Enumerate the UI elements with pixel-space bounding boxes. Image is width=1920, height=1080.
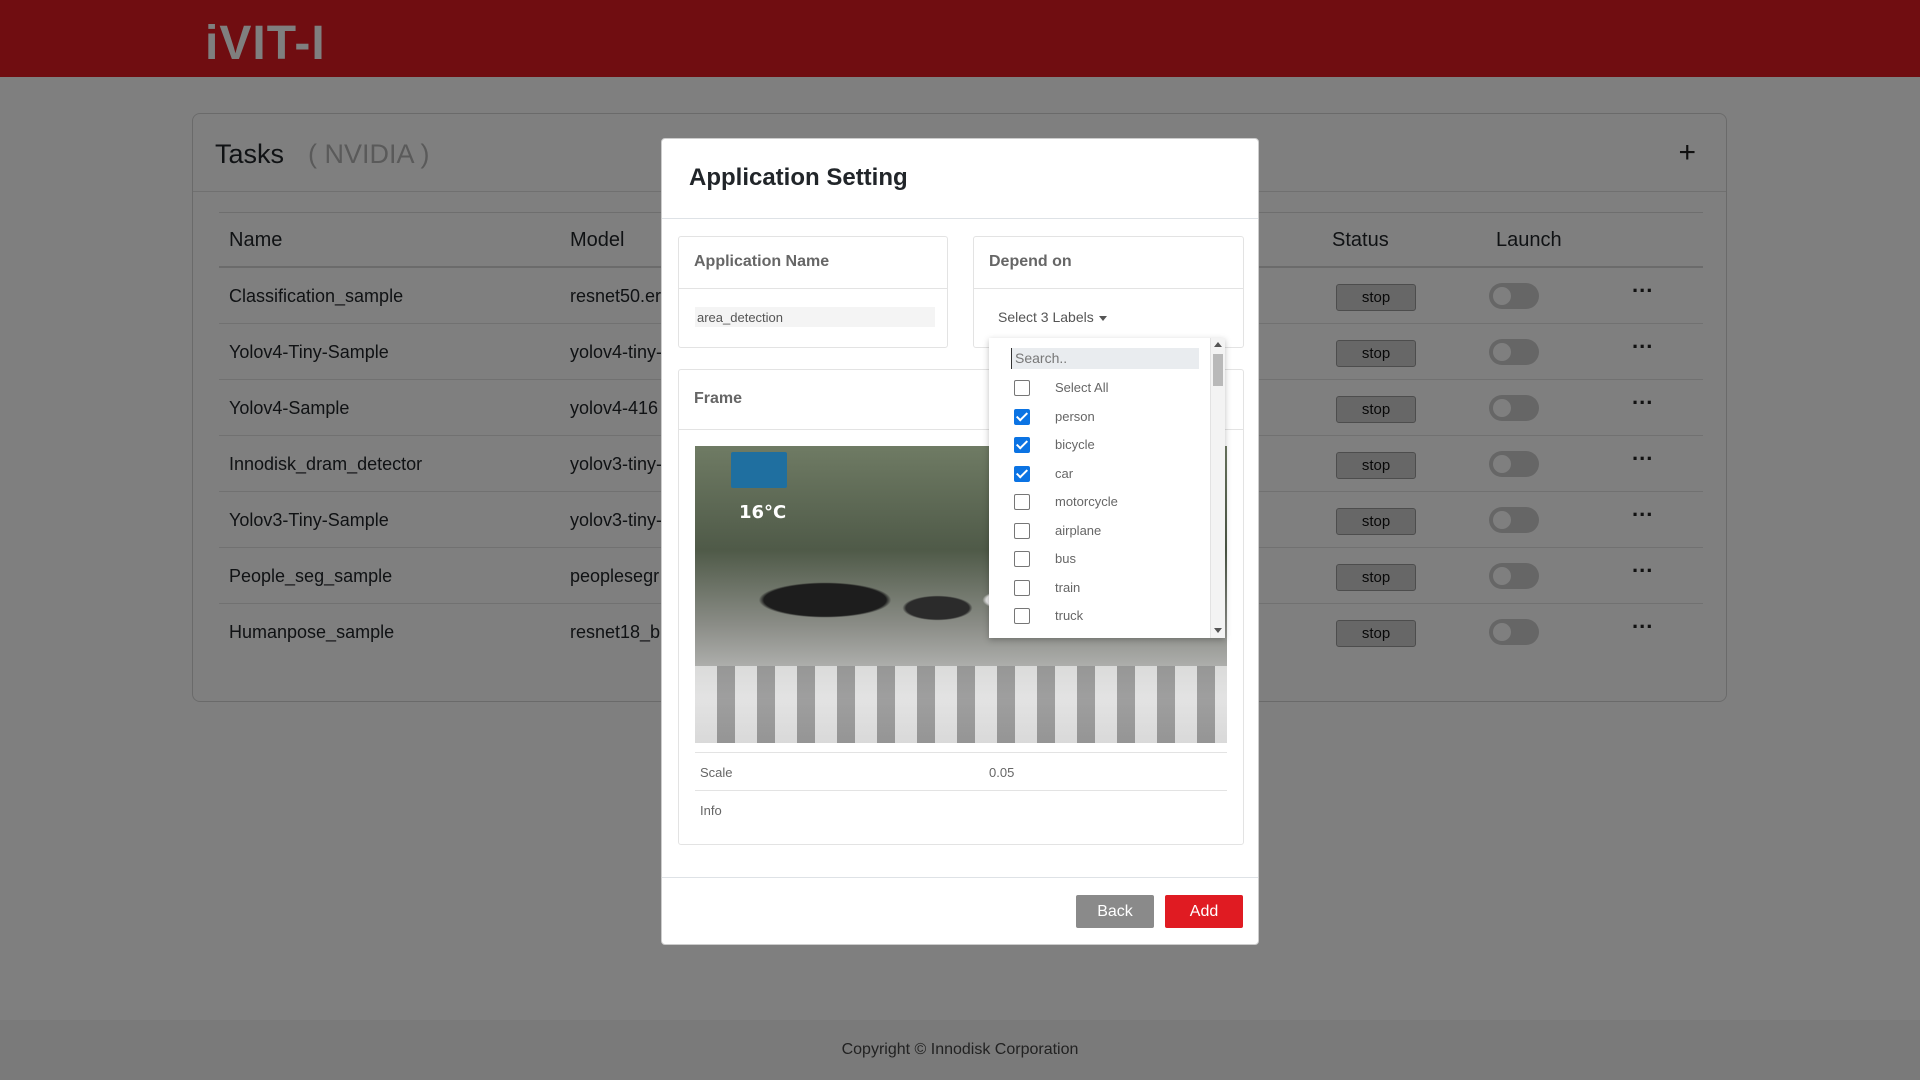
labels-search-input[interactable]: Search.. [1011,348,1199,369]
frame-label: Frame [694,390,743,407]
add-button[interactable]: Add [1165,895,1243,928]
label-option[interactable]: bicycle [1014,432,1204,456]
label-option[interactable]: airplane [1014,518,1204,542]
scroll-down-icon[interactable] [1214,628,1222,633]
application-name-card: Application Name [678,236,948,348]
label-option-text: train [1055,579,1081,595]
info-label: Info [700,803,722,818]
application-name-header: Application Name [679,237,947,289]
modal-title: Application Setting [689,164,908,191]
checkbox[interactable] [1014,408,1030,425]
info-row: Info [695,790,1227,828]
checkbox[interactable] [1014,380,1030,396]
billboard-shape [731,452,787,488]
label-option-text: truck [1055,608,1084,623]
checkbox[interactable] [1014,608,1030,624]
label-option-text: motorcycle [1055,494,1118,509]
labels-dropdown-menu: Search.. Select All person bicycle car motor… [989,338,1225,638]
temperature-sign-text: 16°C [739,502,787,523]
label-option-text: car [1055,465,1074,481]
checkbox[interactable] [1014,551,1030,567]
scale-row: Scale 0.05 [695,752,1227,790]
dropdown-scrollbar[interactable] [1210,338,1225,638]
depend-on-label: Depend on [989,253,1072,270]
label-option-text: Select All [1055,380,1109,395]
label-option[interactable]: train [1014,575,1204,599]
depend-on-card: Depend on Select 3 Labels [973,236,1244,348]
label-option[interactable]: bus [1014,546,1204,570]
checkbox[interactable] [1014,494,1030,510]
depend-on-header: Depend on [974,237,1243,289]
scale-label: Scale [700,765,733,780]
label-option-text: person [1055,408,1095,424]
back-button[interactable]: Back [1076,895,1154,928]
label-option[interactable]: Select All [1014,375,1204,399]
label-option-text: bicycle [1055,437,1095,452]
modal-footer-divider [662,877,1258,878]
crosswalk-shape [695,666,1227,743]
scrollbar-thumb[interactable] [1213,354,1223,386]
application-name-label: Application Name [694,253,830,270]
label-option[interactable]: motorcycle [1014,489,1204,513]
labels-dropdown-toggle[interactable]: Select 3 Labels [998,309,1107,325]
checkbox[interactable] [1014,579,1030,596]
checkbox[interactable] [1014,437,1030,453]
label-option[interactable]: truck [1014,603,1204,627]
label-option[interactable]: person [1014,404,1204,428]
checkbox[interactable] [1014,522,1030,539]
scale-value[interactable]: 0.05 [989,765,1014,780]
application-name-input[interactable] [695,307,935,327]
label-option-text: airplane [1055,522,1102,538]
modal-header-divider [662,218,1258,219]
caret-down-icon [1098,315,1107,321]
scroll-up-icon[interactable] [1214,342,1222,347]
labels-dropdown-text: Select 3 Labels [998,309,1094,325]
label-option[interactable]: car [1014,461,1204,485]
checkbox[interactable] [1014,465,1030,482]
label-option-text: bus [1055,551,1076,566]
